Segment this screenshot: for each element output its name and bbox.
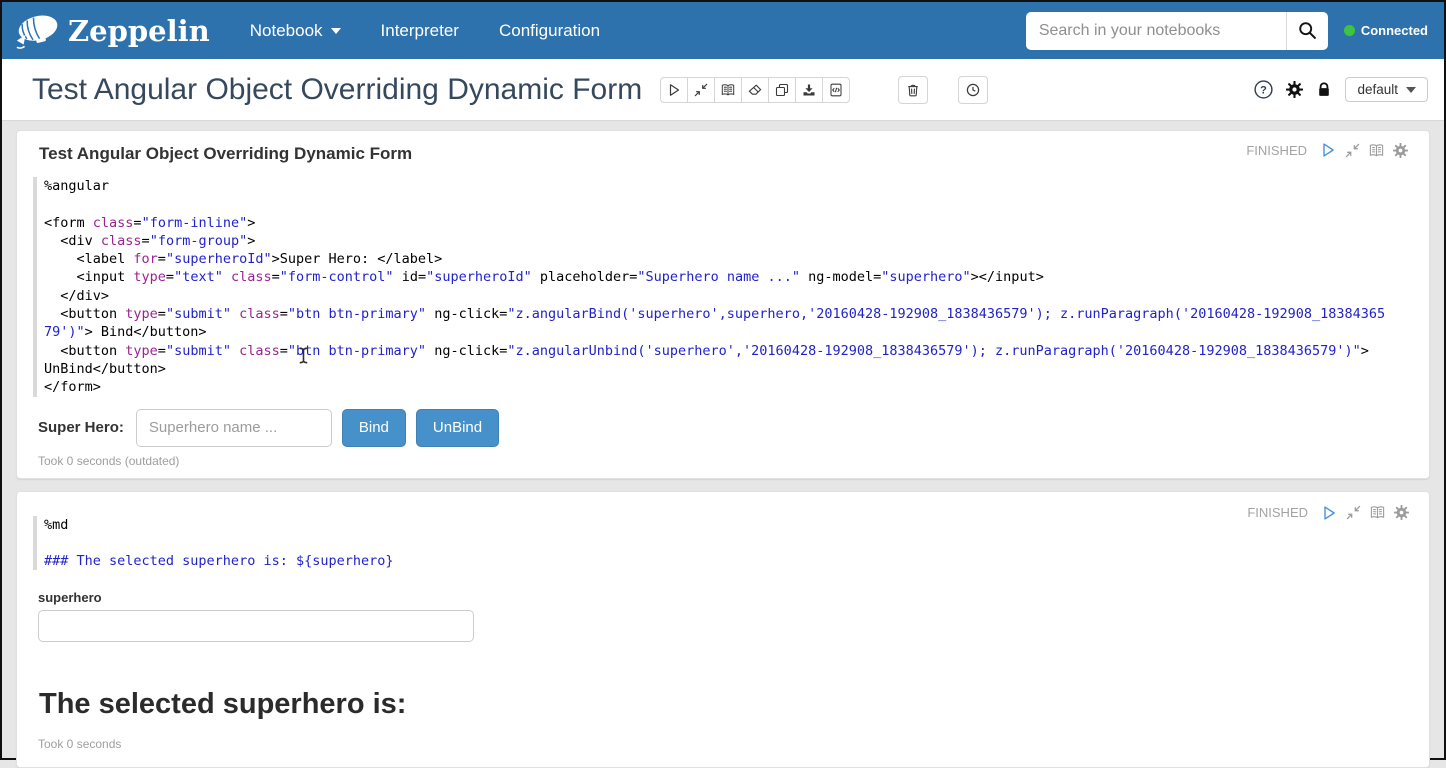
version-control-button[interactable]	[822, 77, 850, 103]
clear-output-button[interactable]	[741, 77, 769, 103]
show-editor-icon[interactable]	[1370, 505, 1385, 520]
caret-down-icon	[331, 28, 341, 34]
note-header: Test Angular Object Overriding Dynamic F…	[2, 59, 1444, 121]
help-icon[interactable]	[1254, 80, 1273, 99]
search-input[interactable]	[1026, 12, 1286, 50]
note-header-right: default	[1254, 77, 1428, 102]
code-line: %md	[44, 516, 1408, 534]
code-line	[44, 534, 1408, 552]
export-note-button[interactable]	[795, 77, 823, 103]
interpreter-binding-dropdown[interactable]: default	[1345, 77, 1428, 102]
collapse-paragraph-icon[interactable]	[1346, 505, 1361, 520]
bind-button[interactable]: Bind	[342, 409, 406, 447]
superhero-dynamic-input[interactable]	[38, 610, 474, 642]
compress-icon	[694, 83, 708, 97]
show-hide-output-button[interactable]	[714, 77, 742, 103]
collapse-paragraph-icon[interactable]	[1345, 143, 1360, 158]
trash-icon	[906, 83, 920, 97]
paragraph-footer: Took 0 seconds	[38, 737, 1408, 751]
run-paragraph-icon[interactable]	[1320, 142, 1336, 158]
status-badge: FINISHED	[1247, 505, 1308, 520]
brand-name: Zeppelin	[68, 14, 210, 48]
nav-interpreter[interactable]: Interpreter	[381, 21, 459, 41]
paragraph-1: Test Angular Object Overriding Dynamic F…	[16, 130, 1430, 479]
main-nav: Notebook Interpreter Configuration	[250, 21, 600, 41]
search-icon	[1298, 21, 1317, 40]
gear-icon[interactable]	[1286, 81, 1303, 98]
paragraph-2-controls: FINISHED	[1247, 505, 1409, 521]
run-paragraph-icon[interactable]	[1321, 505, 1337, 521]
connection-status: Connected	[1344, 23, 1428, 38]
top-navbar: Zeppelin Notebook Interpreter Configurat…	[2, 2, 1444, 59]
code-line: <button type="submit" class="btn btn-pri…	[44, 305, 1408, 323]
connected-label: Connected	[1361, 23, 1428, 38]
code-file-icon	[829, 83, 843, 97]
interpreter-binding-value: default	[1357, 82, 1398, 97]
angular-output-form: Super Hero: Bind UnBind	[38, 409, 1408, 447]
note-toolbar	[660, 77, 850, 103]
scheduler-button[interactable]	[958, 76, 988, 104]
zeppelin-logo-icon	[14, 8, 64, 54]
run-all-button[interactable]	[660, 77, 688, 103]
code-line: <label for="superheroId">Super Hero: </l…	[44, 250, 1408, 268]
collapse-code-button[interactable]	[687, 77, 715, 103]
code-line	[44, 195, 1408, 213]
code-line: <div class="form-group">	[44, 232, 1408, 250]
download-icon	[802, 83, 816, 97]
code-line: </form>	[44, 378, 1408, 396]
code-line: ### The selected superhero is: ${superhe…	[44, 552, 1408, 570]
paragraph-settings-icon[interactable]	[1394, 505, 1409, 520]
paragraph-1-controls: FINISHED	[1246, 142, 1408, 158]
search-button[interactable]	[1286, 12, 1328, 50]
superhero-input[interactable]	[136, 409, 332, 447]
code-line: <button type="submit" class="btn btn-pri…	[44, 342, 1408, 360]
zeppelin-app: Zeppelin Notebook Interpreter Configurat…	[2, 2, 1444, 768]
code-editor[interactable]: %angular <form class="form-inline"> <div…	[33, 177, 1408, 397]
notebook-search	[1026, 12, 1328, 50]
paragraph-title[interactable]: Test Angular Object Overriding Dynamic F…	[39, 144, 412, 164]
code-editor[interactable]: %md ### The selected superhero is: ${sup…	[33, 516, 1408, 571]
clone-icon	[775, 83, 789, 97]
unbind-button[interactable]: UnBind	[416, 409, 499, 447]
book-icon	[721, 83, 735, 97]
code-line: <input type="text" class="form-control" …	[44, 268, 1408, 286]
status-badge: FINISHED	[1246, 143, 1307, 158]
paragraph-settings-icon[interactable]	[1393, 143, 1408, 158]
nav-notebook-label: Notebook	[250, 21, 323, 41]
navbar-right: Connected	[1026, 12, 1428, 50]
code-line: </div>	[44, 287, 1408, 305]
paragraph-2: FINISHED %md ### The selected superhero …	[16, 491, 1430, 768]
code-line: 79')"> Bind</button>	[44, 323, 1408, 341]
code-line: UnBind</button>	[44, 360, 1408, 378]
connected-dot-icon	[1344, 25, 1355, 36]
code-line: <form class="form-inline">	[44, 214, 1408, 232]
dynamic-form-label: superhero	[38, 590, 1408, 605]
markdown-heading: The selected superhero is:	[39, 688, 1408, 721]
caret-down-icon	[1406, 87, 1416, 93]
show-editor-icon[interactable]	[1369, 143, 1384, 158]
paragraph-footer: Took 0 seconds (outdated)	[38, 454, 1408, 468]
nav-notebook[interactable]: Notebook	[250, 21, 341, 41]
nav-configuration[interactable]: Configuration	[499, 21, 600, 41]
paragraph-1-header: Test Angular Object Overriding Dynamic F…	[38, 142, 1408, 164]
eraser-icon	[748, 83, 762, 97]
clone-note-button[interactable]	[768, 77, 796, 103]
superhero-form-label: Super Hero:	[38, 419, 124, 436]
code-line: %angular	[44, 177, 1408, 195]
lock-icon[interactable]	[1316, 81, 1332, 98]
clock-icon	[966, 83, 980, 97]
note-title[interactable]: Test Angular Object Overriding Dynamic F…	[32, 73, 642, 107]
play-icon	[667, 83, 681, 97]
zeppelin-brand[interactable]: Zeppelin	[14, 7, 210, 54]
trash-button[interactable]	[898, 76, 928, 104]
note-content: Test Angular Object Overriding Dynamic F…	[2, 121, 1444, 768]
